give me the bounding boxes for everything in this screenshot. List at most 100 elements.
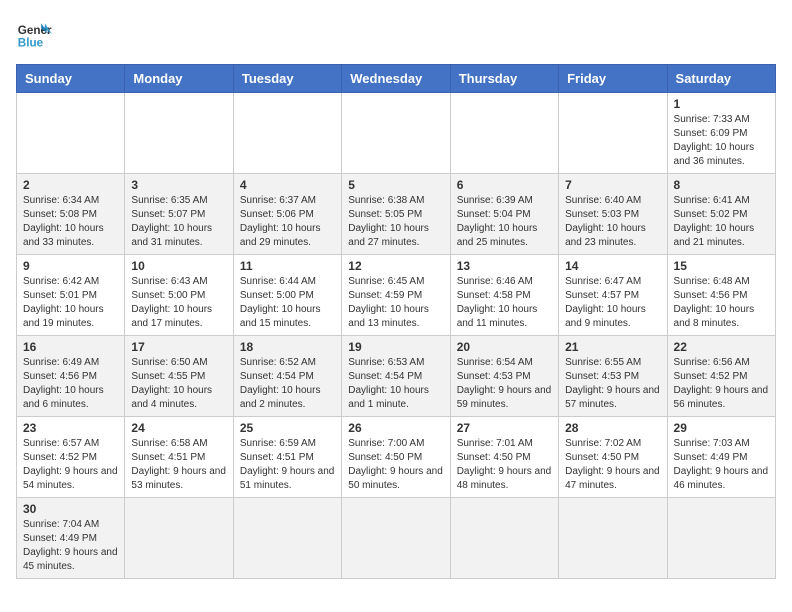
calendar-day-cell: 27Sunrise: 7:01 AM Sunset: 4:50 PM Dayli… xyxy=(450,417,558,498)
day-sun-info: Sunrise: 6:48 AM Sunset: 4:56 PM Dayligh… xyxy=(674,275,769,331)
calendar-day-cell: 17Sunrise: 6:50 AM Sunset: 4:55 PM Dayli… xyxy=(125,336,233,417)
day-sun-info: Sunrise: 6:54 AM Sunset: 4:53 PM Dayligh… xyxy=(457,356,552,412)
day-number: 14 xyxy=(565,259,660,273)
calendar-day-cell: 13Sunrise: 6:46 AM Sunset: 4:58 PM Dayli… xyxy=(450,255,558,336)
calendar-week-row: 2Sunrise: 6:34 AM Sunset: 5:08 PM Daylig… xyxy=(17,174,776,255)
day-number: 9 xyxy=(23,259,118,273)
day-sun-info: Sunrise: 6:56 AM Sunset: 4:52 PM Dayligh… xyxy=(674,356,769,412)
day-number: 16 xyxy=(23,340,118,354)
day-of-week-header: Thursday xyxy=(450,65,558,93)
calendar-day-cell: 25 Sunrise: 6:59 AM Sunset: 4:51 PM Dayli… xyxy=(233,417,341,498)
day-of-week-header: Wednesday xyxy=(342,65,450,93)
day-of-week-header: Tuesday xyxy=(233,65,341,93)
day-sun-info: Sunrise: 7:00 AM Sunset: 4:50 PM Dayligh… xyxy=(348,437,443,493)
day-number: 13 xyxy=(457,259,552,273)
calendar-week-row: 30 Sunrise: 7:04 AM Sunset: 4:49 PM Dayli… xyxy=(17,498,776,579)
day-number: 10 xyxy=(131,259,226,273)
day-sun-info: Sunrise: 6:57 AM Sunset: 4:52 PM Dayligh… xyxy=(23,437,118,493)
day-number: 25 xyxy=(240,421,335,435)
day-number: 11 xyxy=(240,259,335,273)
day-number: 28 xyxy=(565,421,660,435)
calendar-day-cell: 15 Sunrise: 6:48 AM Sunset: 4:56 PM Dayli… xyxy=(667,255,775,336)
calendar-day-cell xyxy=(125,498,233,579)
day-number: 17 xyxy=(131,340,226,354)
calendar-day-cell: 6 Sunrise: 6:39 AM Sunset: 5:04 PM Daylig… xyxy=(450,174,558,255)
day-number: 18 xyxy=(240,340,335,354)
day-number: 24 xyxy=(131,421,226,435)
day-sun-info: Sunrise: 6:39 AM Sunset: 5:04 PM Dayligh… xyxy=(457,194,552,250)
calendar-day-cell: 2Sunrise: 6:34 AM Sunset: 5:08 PM Daylig… xyxy=(17,174,125,255)
calendar-week-row: 1Sunrise: 7:33 AM Sunset: 6:09 PM Daylig… xyxy=(17,93,776,174)
calendar-day-cell: 29Sunrise: 7:03 AM Sunset: 4:49 PM Dayli… xyxy=(667,417,775,498)
calendar-day-cell: 4Sunrise: 6:37 AM Sunset: 5:06 PM Daylig… xyxy=(233,174,341,255)
day-number: 23 xyxy=(23,421,118,435)
day-sun-info: Sunrise: 6:59 AM Sunset: 4:51 PM Dayligh… xyxy=(240,437,335,493)
calendar-day-cell: 8 Sunrise: 6:41 AM Sunset: 5:02 PM Daylig… xyxy=(667,174,775,255)
logo: General Blue xyxy=(16,16,52,52)
calendar-day-cell: 14 Sunrise: 6:47 AM Sunset: 4:57 PM Dayli… xyxy=(559,255,667,336)
calendar-day-cell: 26 Sunrise: 7:00 AM Sunset: 4:50 PM Dayli… xyxy=(342,417,450,498)
day-sun-info: Sunrise: 7:04 AM Sunset: 4:49 PM Dayligh… xyxy=(23,518,118,574)
day-of-week-header: Friday xyxy=(559,65,667,93)
day-of-week-header: Monday xyxy=(125,65,233,93)
day-of-week-header: Saturday xyxy=(667,65,775,93)
day-number: 19 xyxy=(348,340,443,354)
day-number: 21 xyxy=(565,340,660,354)
day-sun-info: Sunrise: 6:47 AM Sunset: 4:57 PM Dayligh… xyxy=(565,275,660,331)
day-number: 22 xyxy=(674,340,769,354)
day-sun-info: Sunrise: 6:43 AM Sunset: 5:00 PM Dayligh… xyxy=(131,275,226,331)
calendar-day-cell: 28Sunrise: 7:02 AM Sunset: 4:50 PM Dayli… xyxy=(559,417,667,498)
calendar-table: SundayMondayTuesdayWednesdayThursdayFrid… xyxy=(16,64,776,579)
day-number: 3 xyxy=(131,178,226,192)
calendar-week-row: 16 Sunrise: 6:49 AM Sunset: 4:56 PM Dayli… xyxy=(17,336,776,417)
day-sun-info: Sunrise: 6:40 AM Sunset: 5:03 PM Dayligh… xyxy=(565,194,660,250)
calendar-day-cell: 18Sunrise: 6:52 AM Sunset: 4:54 PM Dayli… xyxy=(233,336,341,417)
day-number: 2 xyxy=(23,178,118,192)
day-sun-info: Sunrise: 6:42 AM Sunset: 5:01 PM Dayligh… xyxy=(23,275,118,331)
calendar-day-cell xyxy=(125,93,233,174)
day-of-week-header: Sunday xyxy=(17,65,125,93)
day-number: 6 xyxy=(457,178,552,192)
calendar-week-row: 9 Sunrise: 6:42 AM Sunset: 5:01 PM Daylig… xyxy=(17,255,776,336)
calendar-day-cell xyxy=(559,93,667,174)
svg-text:General: General xyxy=(18,24,52,37)
calendar-day-cell xyxy=(342,93,450,174)
day-number: 7 xyxy=(565,178,660,192)
day-sun-info: Sunrise: 7:33 AM Sunset: 6:09 PM Dayligh… xyxy=(674,113,769,169)
calendar-day-cell: 30 Sunrise: 7:04 AM Sunset: 4:49 PM Dayli… xyxy=(17,498,125,579)
calendar-day-cell: 9 Sunrise: 6:42 AM Sunset: 5:01 PM Daylig… xyxy=(17,255,125,336)
day-sun-info: Sunrise: 6:53 AM Sunset: 4:54 PM Dayligh… xyxy=(348,356,443,412)
calendar-day-cell xyxy=(450,93,558,174)
day-number: 4 xyxy=(240,178,335,192)
calendar-day-cell: 1Sunrise: 7:33 AM Sunset: 6:09 PM Daylig… xyxy=(667,93,775,174)
calendar-day-cell: 10 Sunrise: 6:43 AM Sunset: 5:00 PM Dayli… xyxy=(125,255,233,336)
day-sun-info: Sunrise: 6:55 AM Sunset: 4:53 PM Dayligh… xyxy=(565,356,660,412)
day-number: 26 xyxy=(348,421,443,435)
calendar-day-cell xyxy=(342,498,450,579)
day-sun-info: Sunrise: 6:41 AM Sunset: 5:02 PM Dayligh… xyxy=(674,194,769,250)
day-sun-info: Sunrise: 6:45 AM Sunset: 4:59 PM Dayligh… xyxy=(348,275,443,331)
day-number: 15 xyxy=(674,259,769,273)
calendar-day-cell: 24Sunrise: 6:58 AM Sunset: 4:51 PM Dayli… xyxy=(125,417,233,498)
day-sun-info: Sunrise: 6:49 AM Sunset: 4:56 PM Dayligh… xyxy=(23,356,118,412)
calendar-day-cell: 12 Sunrise: 6:45 AM Sunset: 4:59 PM Dayli… xyxy=(342,255,450,336)
calendar-day-cell xyxy=(17,93,125,174)
calendar-day-cell: 5Sunrise: 6:38 AM Sunset: 5:05 PM Daylig… xyxy=(342,174,450,255)
calendar-day-cell xyxy=(667,498,775,579)
calendar-day-cell xyxy=(450,498,558,579)
days-of-week-row: SundayMondayTuesdayWednesdayThursdayFrid… xyxy=(17,65,776,93)
day-number: 20 xyxy=(457,340,552,354)
calendar-body: 1Sunrise: 7:33 AM Sunset: 6:09 PM Daylig… xyxy=(17,93,776,579)
calendar-day-cell xyxy=(559,498,667,579)
day-sun-info: Sunrise: 7:01 AM Sunset: 4:50 PM Dayligh… xyxy=(457,437,552,493)
day-number: 30 xyxy=(23,502,118,516)
day-number: 12 xyxy=(348,259,443,273)
calendar-day-cell: 11Sunrise: 6:44 AM Sunset: 5:00 PM Dayli… xyxy=(233,255,341,336)
day-sun-info: Sunrise: 6:35 AM Sunset: 5:07 PM Dayligh… xyxy=(131,194,226,250)
calendar-day-cell: 7 Sunrise: 6:40 AM Sunset: 5:03 PM Daylig… xyxy=(559,174,667,255)
calendar-week-row: 23 Sunrise: 6:57 AM Sunset: 4:52 PM Dayli… xyxy=(17,417,776,498)
page-header: General Blue xyxy=(16,16,776,52)
day-number: 5 xyxy=(348,178,443,192)
day-number: 8 xyxy=(674,178,769,192)
calendar-day-cell: 3 Sunrise: 6:35 AM Sunset: 5:07 PM Daylig… xyxy=(125,174,233,255)
